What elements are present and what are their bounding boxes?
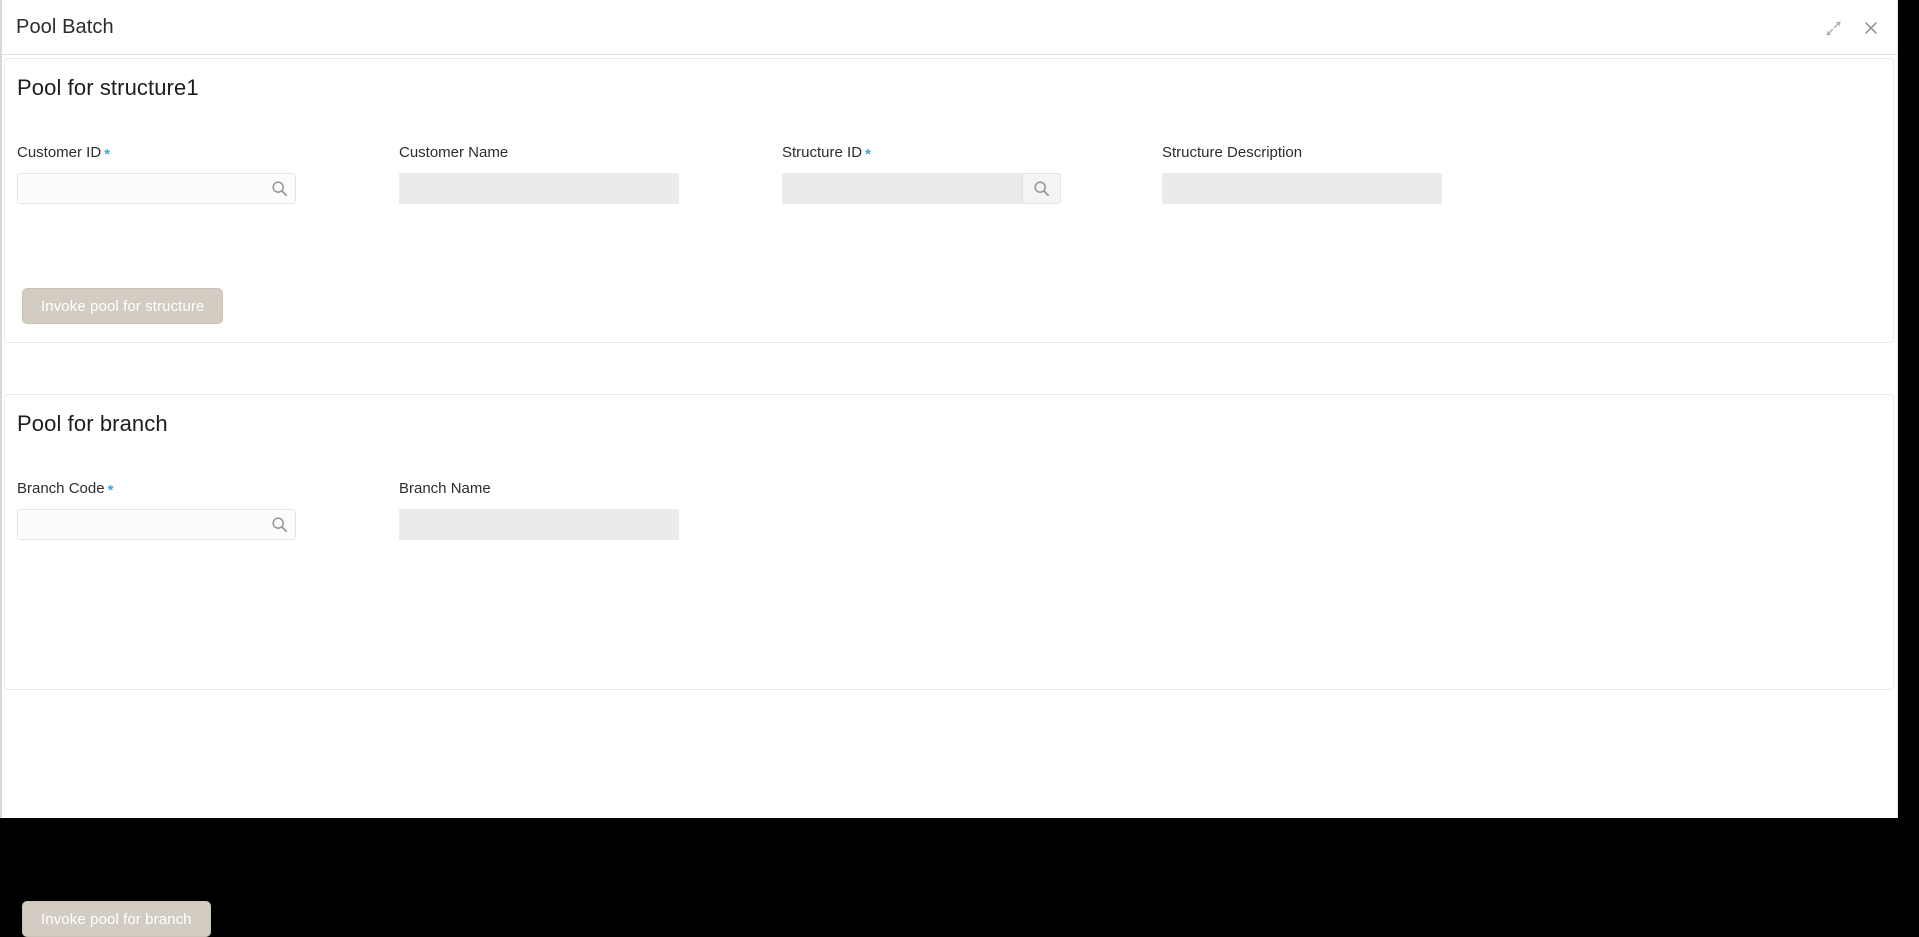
search-icon[interactable]: [268, 509, 290, 540]
required-marker: *: [865, 146, 871, 163]
input-wrapper: [782, 173, 1061, 204]
field-label: Structure ID *: [782, 144, 871, 163]
invoke-pool-for-structure-button[interactable]: Invoke pool for structure: [22, 288, 224, 324]
close-icon[interactable]: [1856, 13, 1886, 43]
content-filler: [4, 690, 1894, 816]
required-marker: *: [107, 482, 114, 499]
bottom-gutter: [0, 818, 1919, 833]
search-icon[interactable]: [1022, 173, 1061, 204]
application-window: Pool Batch Pool for structure1 Customer …: [0, 0, 1898, 937]
collapse-arrows-icon[interactable]: [1818, 13, 1848, 43]
input-wrapper: [399, 173, 679, 204]
input-wrapper: [1162, 173, 1442, 204]
input-wrapper: [17, 509, 296, 540]
invoke-pool-for-branch-button[interactable]: Invoke pool for branch: [22, 901, 211, 937]
section-title: Pool for branch: [17, 411, 168, 436]
section-title: Pool for structure1: [17, 75, 199, 100]
field-structure-description: Structure Description: [1162, 144, 1442, 204]
field-branch-code: Branch Code *: [17, 480, 296, 540]
field-customer-name: Customer Name: [399, 144, 679, 204]
field-branch-name: Branch Name: [399, 480, 679, 540]
page-title: Pool Batch: [16, 16, 114, 38]
input-wrapper: [399, 509, 679, 540]
input-wrapper: [17, 173, 296, 204]
section-pool-for-branch: Pool for branch Branch Code * Branch Name: [4, 394, 1894, 937]
customer-name-input: [399, 173, 679, 204]
field-label: Branch Code *: [17, 480, 114, 499]
right-gutter: [1898, 0, 1919, 833]
section-pool-for-structure: Pool for structure1 Customer ID * Custome…: [4, 58, 1894, 343]
field-label: Customer Name: [399, 144, 509, 161]
structure-description-input: [1162, 173, 1442, 204]
customer-id-input[interactable]: [17, 173, 296, 204]
required-marker: *: [104, 146, 111, 163]
field-label: Structure Description: [1162, 144, 1303, 161]
field-structure-id: Structure ID *: [782, 144, 1061, 204]
branch-code-input[interactable]: [17, 509, 296, 540]
field-label: Customer ID *: [17, 144, 111, 163]
window-header: Pool Batch: [2, 0, 1897, 55]
field-label: Branch Name: [399, 480, 491, 497]
structure-id-input: [782, 173, 1022, 204]
field-customer-id: Customer ID *: [17, 144, 296, 204]
branch-name-input: [399, 509, 679, 540]
search-icon[interactable]: [268, 173, 290, 204]
